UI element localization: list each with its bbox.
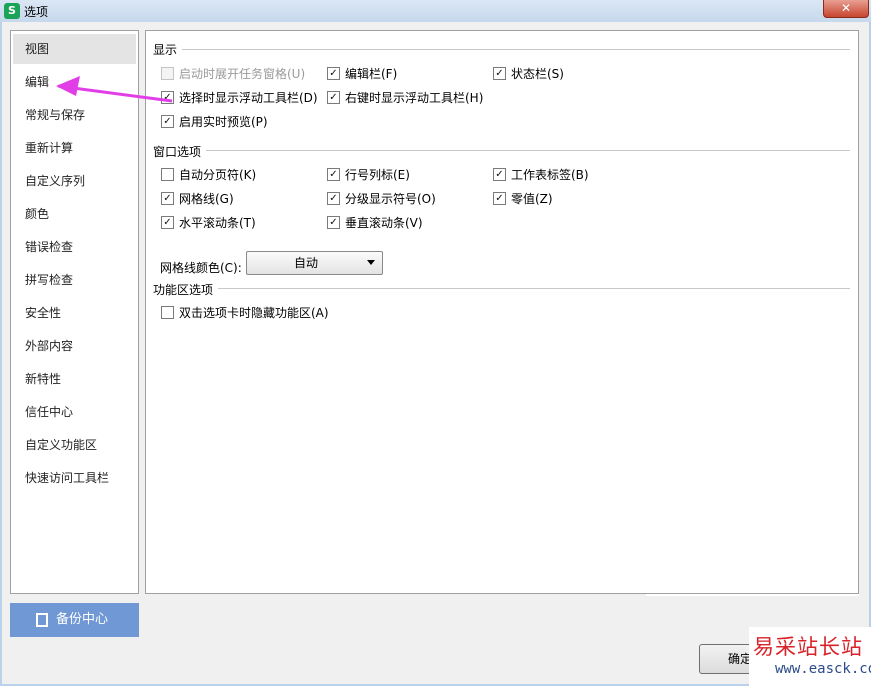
panel-edge [646, 594, 859, 596]
checkbox-label: 启用实时预览(P) [179, 115, 268, 129]
checkmark-icon: ✓ [161, 216, 174, 229]
checkbox-float-toolbar-on-right-click[interactable]: ✓ 右键时显示浮动工具栏(H) [327, 91, 483, 107]
checkbox-live-preview[interactable]: ✓ 启用实时预览(P) [161, 115, 268, 131]
title-bar: S 选项 ✕ [0, 0, 871, 22]
checkmark-icon: ✓ [327, 67, 340, 80]
checkbox-status-bar[interactable]: ✓ 状态栏(S) [493, 67, 564, 83]
checkmark-icon: ✓ [327, 168, 340, 181]
sidebar-item-quick-access-toolbar[interactable]: 快速访问工具栏 [13, 463, 136, 493]
sidebar-item-colors[interactable]: 颜色 [13, 199, 136, 229]
sidebar-item-security[interactable]: 安全性 [13, 298, 136, 328]
checkbox-label: 零值(Z) [511, 192, 553, 206]
checkbox-label: 自动分页符(K) [179, 168, 257, 182]
checkbox-label: 双击选项卡时隐藏功能区(A) [179, 306, 329, 320]
checkbox-label: 水平滚动条(T) [179, 216, 256, 230]
checkmark-icon: ✓ [161, 115, 174, 128]
checkmark-icon: ✓ [493, 168, 506, 181]
section-divider [218, 288, 850, 289]
section-title-display: 显示 [153, 43, 178, 57]
sidebar-item-external-content[interactable]: 外部内容 [13, 331, 136, 361]
section-title-window-options: 窗口选项 [153, 145, 202, 159]
checkbox-vertical-scrollbar[interactable]: ✓ 垂直滚动条(V) [327, 216, 423, 232]
app-logo-icon: S [4, 3, 20, 19]
checkbox-row-col-headers[interactable]: ✓ 行号列标(E) [327, 168, 410, 184]
checkbox-label: 启动时展开任务窗格(U) [179, 67, 306, 81]
checkbox-formula-bar[interactable]: ✓ 编辑栏(F) [327, 67, 397, 83]
checkbox-label: 垂直滚动条(V) [345, 216, 423, 230]
chevron-down-icon [367, 260, 375, 265]
checkmark-icon: ✓ [493, 192, 506, 205]
sidebar-item-trust-center[interactable]: 信任中心 [13, 397, 136, 427]
category-list: 视图 编辑 常规与保存 重新计算 自定义序列 颜色 错误检查 拼写检查 安全性 … [10, 30, 139, 594]
checkbox-label: 选择时显示浮动工具栏(D) [179, 91, 318, 105]
section-title-ribbon-options: 功能区选项 [153, 283, 214, 297]
checkbox-expand-task-pane[interactable]: 启动时展开任务窗格(U) [161, 67, 305, 83]
settings-panel: 显示 启动时展开任务窗格(U) ✓ 编辑栏(F) ✓ 状态栏(S) ✓ 选择时显示浮动… [145, 30, 859, 596]
dialog-body: 视图 编辑 常规与保存 重新计算 自定义序列 颜色 错误检查 拼写检查 安全性 … [2, 22, 869, 684]
checkbox-gridlines[interactable]: ✓ 网格线(G) [161, 192, 234, 208]
backup-center-label: 备份中心 [56, 612, 109, 627]
checkbox-box [161, 67, 174, 80]
section-divider [182, 49, 850, 50]
gridline-color-label: 网格线颜色(C): [160, 261, 242, 275]
checkbox-box [161, 306, 174, 319]
checkmark-icon: ✓ [327, 91, 340, 104]
sidebar-item-new-features[interactable]: 新特性 [13, 364, 136, 394]
sidebar-item-error-checking[interactable]: 错误检查 [13, 232, 136, 262]
section-divider [206, 150, 850, 151]
sidebar-item-custom-lists[interactable]: 自定义序列 [13, 166, 136, 196]
checkbox-float-toolbar-on-select[interactable]: ✓ 选择时显示浮动工具栏(D) [161, 91, 318, 107]
document-copy-icon [36, 613, 48, 627]
checkbox-hide-ribbon-on-double-click[interactable]: 双击选项卡时隐藏功能区(A) [161, 306, 329, 322]
checkbox-label: 状态栏(S) [511, 67, 564, 81]
sidebar-item-customize-ribbon[interactable]: 自定义功能区 [13, 430, 136, 460]
checkbox-label: 编辑栏(F) [345, 67, 398, 81]
checkbox-label: 网格线(G) [179, 192, 234, 206]
watermark-url: www.easck.com [775, 661, 871, 677]
site-watermark: 易采站长站 www.easck.com [749, 627, 871, 686]
close-button[interactable]: ✕ [823, 0, 869, 18]
sidebar-item-spelling[interactable]: 拼写检查 [13, 265, 136, 295]
backup-center-button[interactable]: 备份中心 [10, 603, 139, 637]
window-title: 选项 [24, 5, 49, 19]
sidebar-item-edit[interactable]: 编辑 [13, 67, 136, 97]
checkbox-label: 分级显示符号(O) [345, 192, 436, 206]
checkbox-outline-symbols[interactable]: ✓ 分级显示符号(O) [327, 192, 436, 208]
gridline-color-dropdown[interactable]: 自动 [246, 251, 383, 275]
checkmark-icon: ✓ [161, 91, 174, 104]
checkbox-label: 右键时显示浮动工具栏(H) [345, 91, 484, 105]
checkbox-zero-values[interactable]: ✓ 零值(Z) [493, 192, 553, 208]
checkbox-label: 工作表标签(B) [511, 168, 589, 182]
checkmark-icon: ✓ [161, 192, 174, 205]
checkbox-label: 行号列标(E) [345, 168, 410, 182]
sidebar-item-recalculate[interactable]: 重新计算 [13, 133, 136, 163]
checkbox-sheet-tabs[interactable]: ✓ 工作表标签(B) [493, 168, 589, 184]
gridline-color-value: 自动 [293, 256, 318, 270]
checkbox-horizontal-scrollbar[interactable]: ✓ 水平滚动条(T) [161, 216, 256, 232]
checkbox-auto-page-break[interactable]: 自动分页符(K) [161, 168, 256, 184]
watermark-text: 易采站长站 [753, 635, 863, 659]
sidebar-item-view[interactable]: 视图 [13, 34, 136, 64]
sidebar-item-general-save[interactable]: 常规与保存 [13, 100, 136, 130]
checkmark-icon: ✓ [327, 216, 340, 229]
checkbox-box [161, 168, 174, 181]
checkmark-icon: ✓ [493, 67, 506, 80]
checkmark-icon: ✓ [327, 192, 340, 205]
